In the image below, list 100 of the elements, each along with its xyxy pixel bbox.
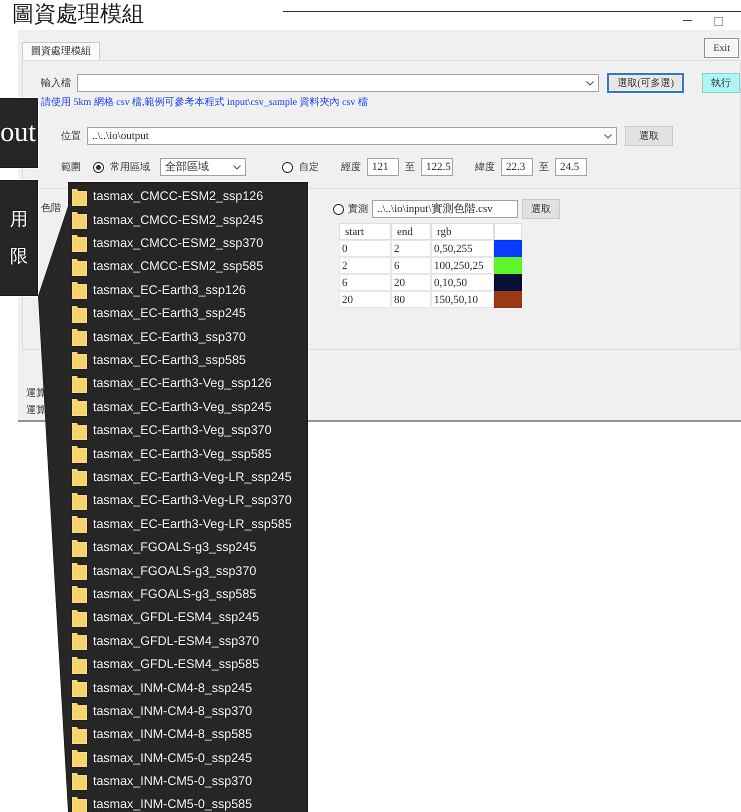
file-name[interactable]: tasmax_CMCC-ESM2_ssp370	[93, 234, 264, 253]
folder-icon	[72, 468, 87, 486]
output-folder-dropdown[interactable]: ..\..\io\output	[87, 127, 617, 145]
status-text: 運算	[26, 387, 46, 401]
folder-icon	[72, 234, 87, 252]
table-cell: 20	[339, 291, 391, 308]
file-name[interactable]: tasmax_INM-CM5-0_ssp370	[93, 772, 252, 791]
file-name[interactable]: tasmax_INM-CM5-0_ssp585	[93, 795, 252, 812]
file-name[interactable]: tasmax_CMCC-ESM2_ssp245	[93, 210, 264, 230]
latitude-label: 緯度	[475, 160, 495, 174]
latitude-from-field[interactable]: 22.3	[501, 158, 533, 176]
folder-icon	[72, 211, 87, 230]
file-name[interactable]: tasmax_CMCC-ESM2_ssp126	[93, 187, 264, 206]
folder-icon	[72, 374, 87, 393]
to-label: 至	[405, 160, 415, 174]
file-name[interactable]: tasmax_INM-CM4-8_ssp245	[93, 678, 252, 698]
callout-text: 限	[10, 245, 28, 268]
folder-icon	[72, 678, 87, 697]
slide-title: 圖資處理模組	[12, 1, 144, 26]
color-file-field[interactable]: ..\..\io\input\實測色階.csv	[372, 200, 518, 218]
folder-icon	[72, 422, 87, 440]
folder-icon	[72, 281, 87, 300]
file-name[interactable]: tasmax_EC-Earth3-Veg-LR_ssp585	[93, 514, 292, 534]
table-cell: 2	[391, 240, 431, 257]
tab[interactable]: 圖資處理模組	[22, 42, 100, 60]
status-text: 運算	[26, 404, 46, 418]
column-header: end	[391, 223, 431, 240]
file-name[interactable]: tasmax_EC-Earth3_ssp585	[93, 351, 246, 370]
file-name[interactable]: tasmax_EC-Earth3_ssp126	[93, 280, 246, 300]
longitude-to-field[interactable]: 122.5	[421, 158, 453, 176]
table-cell: 0	[339, 240, 391, 257]
file-name[interactable]: tasmax_GFDL-ESM4_ssp370	[93, 632, 260, 650]
radio-button[interactable]	[93, 162, 104, 172]
folder-icon	[72, 585, 87, 604]
file-name[interactable]: tasmax_INM-CM4-8_ssp585	[93, 725, 252, 744]
file-name[interactable]: tasmax_EC-Earth3_ssp245	[93, 304, 246, 324]
file-name[interactable]: tasmax_FGOALS-g3_ssp245	[93, 538, 256, 557]
file-name[interactable]: tasmax_INM-CM5-0_ssp245	[93, 748, 252, 768]
folder-icon	[72, 562, 87, 580]
region-dropdown[interactable]: 全部區域	[160, 158, 246, 176]
radio-button[interactable]	[282, 162, 293, 172]
folder-icon	[72, 398, 87, 416]
folder-icon	[72, 258, 87, 276]
file-name[interactable]: tasmax_EC-Earth3-Veg-LR_ssp370	[93, 491, 292, 510]
longitude-from-field[interactable]: 121	[367, 158, 399, 176]
file-name[interactable]: tasmax_INM-CM4-8_ssp370	[93, 702, 252, 721]
callout-text: out	[0, 116, 36, 150]
file-name[interactable]: tasmax_EC-Earth3-Veg_ssp370	[93, 421, 272, 440]
select-button[interactable]: 選取	[522, 199, 560, 219]
color-scale-label: 色階	[41, 202, 61, 216]
input-label: 輸入檔	[41, 76, 71, 90]
file-name[interactable]: tasmax_EC-Earth3_ssp370	[93, 328, 246, 346]
select-button[interactable]: 選取	[625, 126, 673, 146]
file-name[interactable]: tasmax_FGOALS-g3_ssp370	[93, 562, 256, 580]
table-cell: 80	[391, 291, 431, 308]
folder-icon	[72, 608, 87, 627]
latitude-to-field[interactable]: 24.5	[555, 158, 587, 176]
minimize-icon[interactable]	[683, 20, 692, 22]
folder-icon	[72, 538, 87, 557]
longitude-label: 經度	[341, 160, 361, 174]
table-cell: 6	[339, 274, 391, 291]
folder-icon	[72, 726, 87, 744]
table-cell: 6	[391, 257, 431, 274]
table-cell: 0,50,255	[431, 240, 494, 257]
exit-button[interactable]: Exit	[704, 38, 739, 58]
file-name[interactable]: tasmax_EC-Earth3-Veg_ssp585	[93, 444, 272, 464]
file-name[interactable]: tasmax_EC-Earth3-Veg_ssp126	[93, 374, 272, 394]
input-file-dropdown[interactable]	[77, 74, 600, 92]
folder-icon	[72, 656, 87, 674]
file-name[interactable]: tasmax_GFDL-ESM4_ssp245	[93, 608, 260, 628]
file-name[interactable]: tasmax_FGOALS-g3_ssp585	[93, 584, 256, 604]
run-button[interactable]: 執行	[702, 73, 740, 93]
column-header	[494, 223, 522, 240]
table-cell: 0,10,50	[431, 274, 494, 291]
file-name[interactable]: tasmax_EC-Earth3-Veg_ssp245	[93, 398, 272, 417]
folder-icon	[72, 702, 87, 720]
option-label: 實測	[348, 202, 368, 216]
column-header: start	[339, 223, 391, 240]
callout-text: 用	[10, 208, 28, 231]
hint-text: 請使用 5km 網格 csv 檔,範例可參考本程式 input\csv_sample 資料夾內 csv 檔	[41, 96, 369, 110]
option-label: 自定	[299, 160, 319, 174]
file-name[interactable]: tasmax_GFDL-ESM4_ssp585	[93, 655, 260, 674]
folder-icon	[72, 749, 87, 768]
radio-button[interactable]	[333, 204, 344, 214]
folder-icon	[72, 492, 87, 510]
select-multiple-button[interactable]: 選取(可多選)	[607, 73, 684, 93]
table-cell: 100,250,25	[431, 257, 494, 274]
table-cell: 150,50,10	[431, 291, 494, 308]
folder-icon	[72, 515, 87, 534]
folder-icon	[72, 188, 87, 206]
folder-icon	[72, 328, 87, 346]
caret-icon	[233, 164, 241, 170]
file-name[interactable]: tasmax_EC-Earth3-Veg-LR_ssp245	[93, 468, 292, 487]
caret-icon	[604, 134, 612, 138]
to-label: 至	[539, 160, 549, 174]
range-label: 範圍	[61, 160, 81, 174]
file-name[interactable]: tasmax_CMCC-ESM2_ssp585	[93, 257, 264, 276]
folder-icon	[72, 444, 87, 463]
folder-icon	[72, 351, 87, 370]
output-label: 位置	[61, 130, 81, 144]
